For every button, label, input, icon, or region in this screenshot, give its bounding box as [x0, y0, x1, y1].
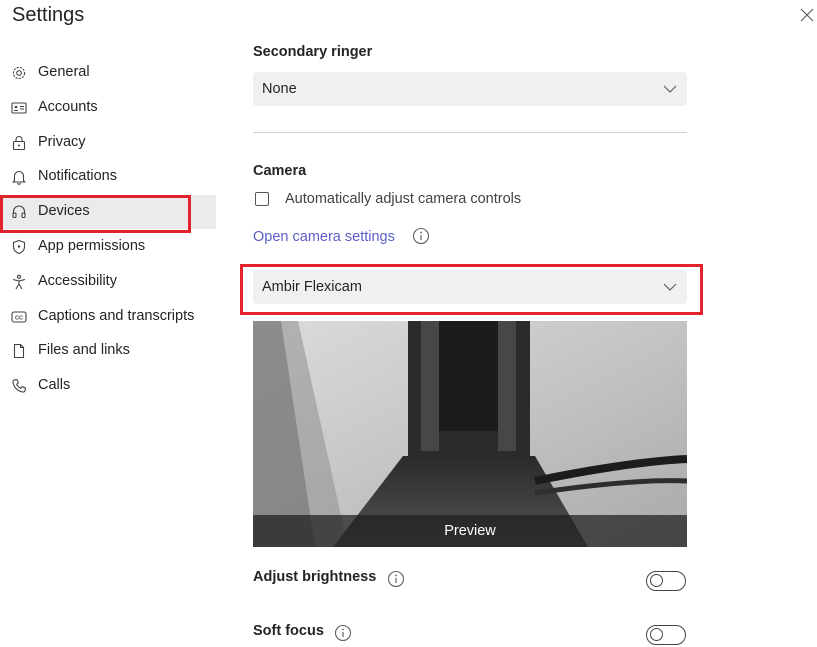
open-camera-settings-link[interactable]: Open camera settings: [253, 229, 395, 245]
preview-label: Preview: [444, 523, 496, 539]
chevron-down-icon: [663, 85, 677, 93]
devices-panel: Secondary ringer None Camera Automatical…: [0, 0, 817, 647]
soft-focus-toggle[interactable]: [646, 625, 686, 645]
adjust-brightness-label: Adjust brightness: [253, 569, 377, 585]
chevron-down-icon: [663, 283, 677, 291]
auto-adjust-camera-label: Automatically adjust camera controls: [285, 191, 522, 207]
info-icon[interactable]: [412, 227, 430, 245]
auto-adjust-camera-checkbox[interactable]: [255, 192, 269, 206]
camera-device-value: Ambir Flexicam: [262, 279, 362, 295]
adjust-brightness-toggle[interactable]: [646, 571, 686, 591]
camera-device-dropdown[interactable]: Ambir Flexicam: [253, 270, 687, 304]
toggle-knob: [650, 574, 663, 587]
info-icon[interactable]: [387, 570, 405, 588]
secondary-ringer-dropdown[interactable]: None: [253, 72, 687, 106]
secondary-ringer-heading: Secondary ringer: [253, 44, 373, 60]
camera-preview-image: [253, 321, 687, 547]
section-divider: [253, 132, 687, 133]
toggle-knob: [650, 628, 663, 641]
info-icon[interactable]: [334, 624, 352, 642]
camera-heading: Camera: [253, 163, 307, 179]
soft-focus-label: Soft focus: [253, 623, 324, 639]
secondary-ringer-value: None: [262, 81, 297, 97]
camera-preview: Preview: [253, 321, 687, 547]
